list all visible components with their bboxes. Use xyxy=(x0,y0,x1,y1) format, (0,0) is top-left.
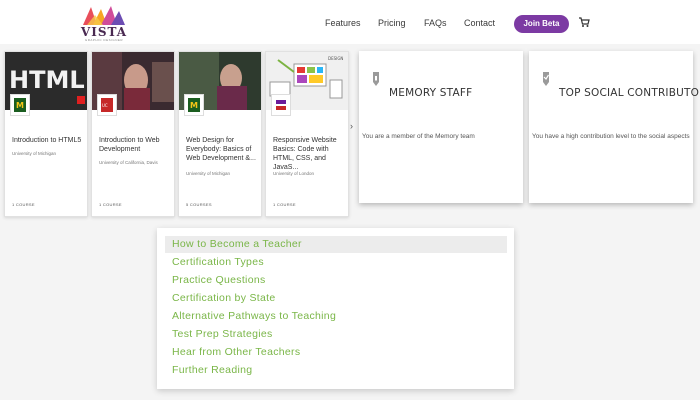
menu-item-further-reading[interactable]: Further Reading xyxy=(165,362,507,379)
course-title: Web Design for Everybody: Basics of Web … xyxy=(186,137,256,162)
badge-card-memory-staff: MEMORY STAFF You are a member of the Mem… xyxy=(359,51,523,203)
menu-item-certification-types[interactable]: Certification Types xyxy=(165,254,507,271)
course-title: Introduction to HTML5 xyxy=(12,137,82,144)
join-beta-button[interactable]: Join Beta xyxy=(514,15,569,33)
top-header: VISTA GRAPHIC DESIGNER Features Pricing … xyxy=(0,0,700,44)
university-logo xyxy=(271,94,291,116)
cart-icon[interactable] xyxy=(578,16,590,28)
university-logo: UC xyxy=(97,94,117,116)
page: VISTA GRAPHIC DESIGNER Features Pricing … xyxy=(0,0,700,400)
university-logo: M xyxy=(184,94,204,116)
badge-title: MEMORY STAFF xyxy=(389,87,473,99)
nav-features[interactable]: Features xyxy=(325,15,361,31)
course-count: 1 COURSE xyxy=(273,202,296,207)
logo-text: VISTA xyxy=(80,25,128,39)
badge-description: You have a high contribution level to th… xyxy=(532,133,690,140)
logo-mark-icon xyxy=(83,6,125,25)
course-card[interactable]: HTML M Introduction to HTML5 University … xyxy=(4,51,88,217)
course-university: University of London xyxy=(273,171,315,176)
menu-item-how-to-become-a-teacher[interactable]: How to Become a Teacher xyxy=(165,236,507,253)
svg-text:UC: UC xyxy=(102,103,108,108)
course-card[interactable]: M Web Design for Everybody: Basics of We… xyxy=(178,51,262,217)
svg-text:M: M xyxy=(190,101,198,110)
course-count: 1 COURSE xyxy=(12,202,35,207)
course-title: Responsive Website Basics: Code with HTM… xyxy=(273,137,337,171)
svg-text:M: M xyxy=(16,101,24,110)
course-card[interactable]: DESIGN Responsive Website Basics: Code w… xyxy=(265,51,349,217)
badge-title: TOP SOCIAL CONTRIBUTOR xyxy=(559,87,700,99)
badge-description: You are a member of the Memory team xyxy=(362,133,475,140)
course-university: University of Michigan xyxy=(186,171,231,176)
pen-icon xyxy=(373,72,379,86)
chevron-right-icon[interactable]: › xyxy=(350,121,353,131)
menu-item-hear-from-other-teachers[interactable]: Hear from Other Teachers xyxy=(165,344,507,361)
course-university: University of Michigan xyxy=(12,151,57,156)
course-university: University of California, Davis xyxy=(99,160,158,165)
menu-item-certification-by-state[interactable]: Certification by State xyxy=(165,290,507,307)
nav-contact[interactable]: Contact xyxy=(464,15,495,31)
course-card[interactable]: UC Introduction to Web Development Unive… xyxy=(91,51,175,217)
course-count: 5 COURSES xyxy=(186,202,212,207)
teacher-resources-menu: How to Become a Teacher Certification Ty… xyxy=(157,228,514,389)
menu-item-practice-questions[interactable]: Practice Questions xyxy=(165,272,507,289)
course-title: Introduction to Web Development xyxy=(99,137,160,153)
checkmark-icon xyxy=(543,72,550,86)
nav-faqs[interactable]: FAQs xyxy=(424,15,447,31)
logo-subtext: GRAPHIC DESIGNER xyxy=(84,38,124,42)
menu-item-alternative-pathways[interactable]: Alternative Pathways to Teaching xyxy=(165,308,507,325)
badge-card-top-social-contributor: TOP SOCIAL CONTRIBUTOR You have a high c… xyxy=(529,51,700,203)
nav-pricing[interactable]: Pricing xyxy=(378,15,406,31)
svg-text:DESIGN: DESIGN xyxy=(328,56,343,61)
course-count: 1 COURSE xyxy=(99,202,122,207)
vista-logo[interactable]: VISTA GRAPHIC DESIGNER xyxy=(79,5,129,43)
svg-text:HTML: HTML xyxy=(9,66,85,94)
university-logo: M xyxy=(10,94,30,116)
menu-item-test-prep-strategies[interactable]: Test Prep Strategies xyxy=(165,326,507,343)
